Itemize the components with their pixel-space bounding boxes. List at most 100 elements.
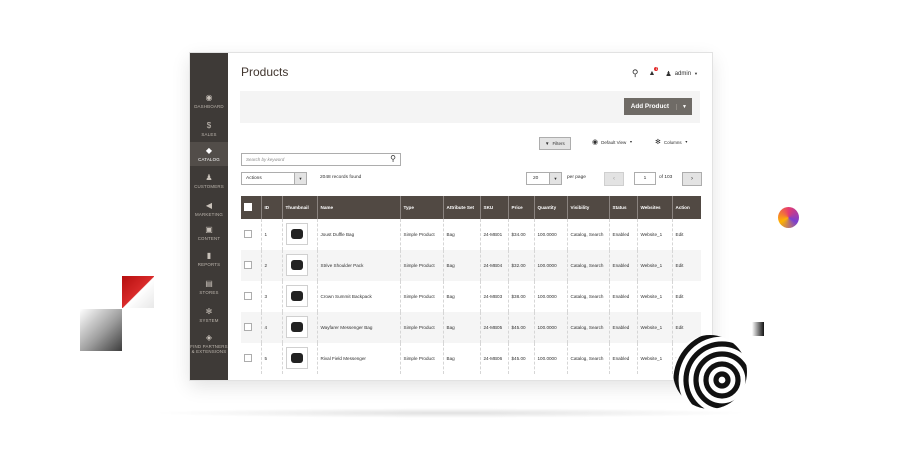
cell-attr: Bag bbox=[442, 250, 480, 281]
table-row[interactable]: 3 Crown Summit Backpack Simple Product Bag 2… bbox=[241, 281, 701, 312]
cell-id: 5 bbox=[260, 343, 282, 374]
cell-sku: 24-MB01 bbox=[479, 219, 508, 250]
filters-button[interactable]: ▼ Filters bbox=[539, 137, 571, 150]
row-checkbox[interactable] bbox=[244, 353, 252, 362]
cell-attr: Bag bbox=[442, 312, 480, 343]
cell-name: Crown Summit Backpack bbox=[316, 281, 400, 312]
sidebar-item-reports[interactable]: ▮ REPORTS bbox=[190, 247, 228, 271]
row-checkbox-cell bbox=[241, 219, 261, 250]
column-header-id[interactable]: ID bbox=[260, 196, 282, 219]
thumbnail-cell bbox=[281, 250, 317, 281]
cell-qty: 100.0000 bbox=[533, 343, 567, 374]
per-page-select[interactable]: 20 ▼ bbox=[526, 172, 562, 185]
column-header-websites[interactable]: Websites bbox=[636, 196, 672, 219]
search-icon[interactable]: ⚲ bbox=[632, 68, 639, 79]
bag-thumbnail[interactable] bbox=[285, 253, 308, 276]
striped-sphere-decoration bbox=[673, 335, 747, 409]
bag-thumbnail[interactable] bbox=[285, 315, 308, 338]
cell-status: Enabled bbox=[608, 250, 637, 281]
default-view-label: Default View bbox=[601, 139, 627, 145]
columns-label: Columns bbox=[663, 139, 682, 145]
eye-icon: ◉ bbox=[592, 139, 599, 146]
admin-window: ◉ DASHBOARD $ SALES ◆ CATALOG ♟ CUSTOMERS ◀ MARKE… bbox=[190, 53, 712, 380]
cell-name: Wayfarer Messenger Bag bbox=[316, 312, 400, 343]
cell-visibility: Catalog, Search bbox=[566, 312, 609, 343]
bag-thumbnail[interactable] bbox=[285, 284, 308, 307]
column-header-thumbnail[interactable]: Thumbnail bbox=[281, 196, 317, 219]
chevron-down-icon: ▼ bbox=[549, 173, 561, 184]
column-header-quantity[interactable]: Quantity bbox=[533, 196, 567, 219]
column-header-name[interactable]: Name bbox=[316, 196, 400, 219]
actions-label: Actions bbox=[246, 176, 262, 181]
row-checkbox[interactable] bbox=[244, 322, 252, 331]
sidebar-item-marketing[interactable]: ◀ MARKETING bbox=[190, 197, 228, 221]
bag-thumbnail[interactable] bbox=[285, 346, 308, 369]
add-product-button[interactable]: Add Product ▼ bbox=[623, 98, 692, 115]
cell-qty: 100.0000 bbox=[533, 281, 567, 312]
gray-square-decoration bbox=[80, 309, 122, 351]
header-actions: ⚲ ▲ 1 ♟ admin ▼ bbox=[632, 67, 698, 79]
cell-visibility: Catalog, Search bbox=[566, 343, 609, 374]
sidebar-item-stores[interactable]: ▤ STORES bbox=[190, 275, 228, 299]
admin-menu[interactable]: ♟ admin ▼ bbox=[665, 70, 698, 78]
chevron-down-icon: ▼ bbox=[629, 140, 633, 144]
column-header-price[interactable]: Price bbox=[507, 196, 534, 219]
sidebar-item-label: DASHBOARD bbox=[194, 104, 224, 109]
sidebar-item-system[interactable]: ✻ SYSTEM bbox=[190, 303, 228, 327]
table-row[interactable]: 1 Joust Duffle Bag Simple Product Bag 24-MB0… bbox=[241, 219, 701, 250]
previous-page-button[interactable]: ‹ bbox=[604, 172, 624, 186]
sidebar-item-dashboard[interactable]: ◉ DASHBOARD bbox=[190, 89, 228, 113]
sidebar-item-content[interactable]: ▣ CONTENT bbox=[190, 221, 228, 245]
edit-link[interactable]: Edit bbox=[671, 219, 701, 250]
sidebar-item-find-partners-extensions[interactable]: ◈ FIND PARTNERS & EXTENSIONS bbox=[190, 329, 228, 358]
edit-link[interactable]: Edit bbox=[671, 250, 701, 281]
mass-actions-select[interactable]: Actions ▼ bbox=[241, 172, 307, 185]
default-view-control[interactable]: ◉ Default View ▼ bbox=[592, 138, 633, 146]
columns-control[interactable]: ✻ Columns ▼ bbox=[655, 138, 688, 146]
table-row[interactable]: 4 Wayfarer Messenger Bag Simple Product Bag… bbox=[241, 312, 701, 343]
box-icon: ◆ bbox=[205, 146, 213, 155]
blocks-icon: ◈ bbox=[205, 333, 213, 342]
select-all-checkbox[interactable] bbox=[241, 196, 261, 219]
cell-id: 2 bbox=[260, 250, 282, 281]
table-row[interactable]: 2 Strive Shoulder Pack Simple Product Bag 24… bbox=[241, 250, 701, 281]
dollar-icon: $ bbox=[206, 121, 212, 130]
notification-badge: 1 bbox=[654, 67, 659, 71]
red-square-decoration bbox=[122, 276, 154, 308]
sidebar-item-customers[interactable]: ♟ CUSTOMERS bbox=[190, 169, 228, 193]
row-checkbox[interactable] bbox=[244, 260, 252, 269]
row-checkbox-cell bbox=[241, 250, 261, 281]
cell-price: $34.00 bbox=[507, 219, 534, 250]
cell-name: Strive Shoulder Pack bbox=[316, 250, 400, 281]
next-page-button[interactable]: › bbox=[682, 172, 702, 186]
dashboard-icon: ◉ bbox=[205, 93, 213, 102]
per-page-value: 20 bbox=[533, 176, 539, 181]
row-checkbox[interactable] bbox=[244, 229, 252, 238]
records-count: 2048 records found bbox=[320, 175, 362, 180]
column-header-sku[interactable]: SKU bbox=[479, 196, 508, 219]
keyword-search-input[interactable]: Search by keyword ⚲ bbox=[241, 153, 401, 166]
add-product-dropdown-icon[interactable]: ▼ bbox=[676, 103, 692, 110]
search-icon[interactable]: ⚲ bbox=[390, 154, 396, 163]
sidebar-item-sales[interactable]: $ SALES bbox=[190, 117, 228, 141]
column-header-type[interactable]: Type bbox=[399, 196, 443, 219]
column-header-attribute-set[interactable]: Attribute Set bbox=[442, 196, 480, 219]
sidebar-item-label: CATALOG bbox=[198, 157, 220, 162]
cell-sku: 24-MB05 bbox=[479, 312, 508, 343]
cell-visibility: Catalog, Search bbox=[566, 219, 609, 250]
sidebar-item-catalog[interactable]: ◆ CATALOG bbox=[190, 142, 228, 166]
column-header-action[interactable]: Action bbox=[671, 196, 701, 219]
bag-thumbnail[interactable] bbox=[285, 222, 308, 245]
edit-link[interactable]: Edit bbox=[671, 281, 701, 312]
table-row[interactable]: 5 Rival Field Messenger Simple Product Bag 2… bbox=[241, 343, 701, 374]
cell-sku: 24-MB03 bbox=[479, 281, 508, 312]
sidebar-item-label: REPORTS bbox=[197, 262, 221, 267]
notifications-icon[interactable]: ▲ 1 bbox=[648, 67, 659, 77]
column-header-visibility[interactable]: Visibility bbox=[566, 196, 609, 219]
user-icon: ♟ bbox=[665, 70, 672, 78]
column-header-status[interactable]: Status bbox=[608, 196, 637, 219]
row-checkbox[interactable] bbox=[244, 291, 252, 300]
page-number-input[interactable]: 1 bbox=[634, 172, 656, 185]
row-checkbox-cell bbox=[241, 281, 261, 312]
cell-price: $45.00 bbox=[507, 312, 534, 343]
